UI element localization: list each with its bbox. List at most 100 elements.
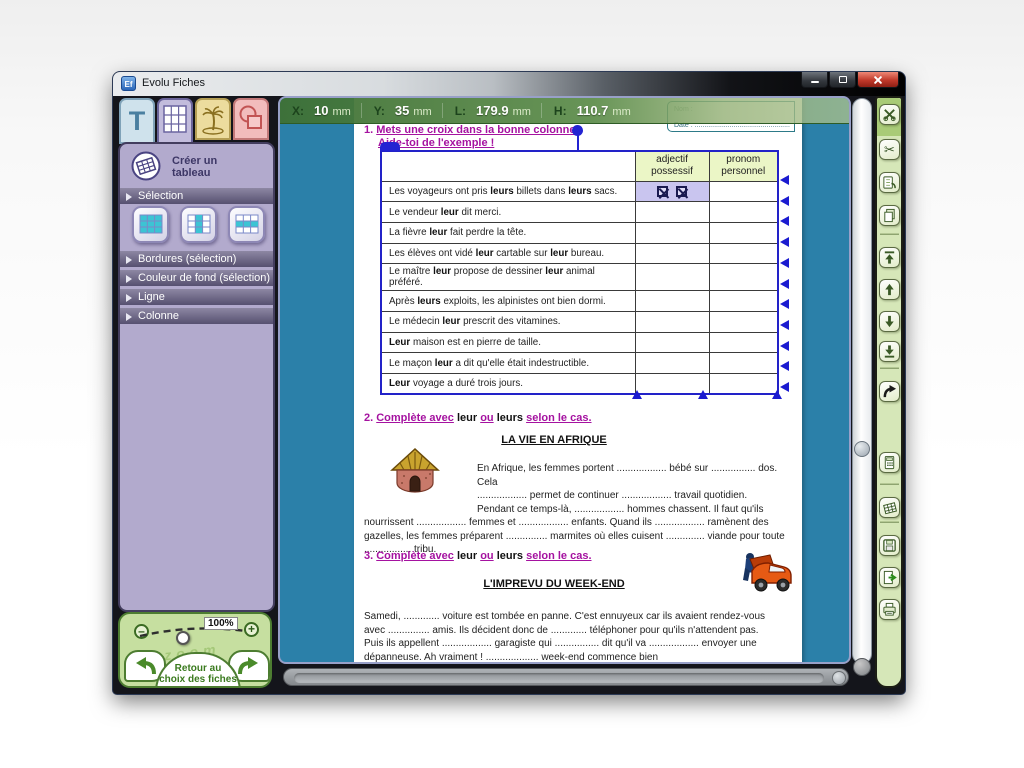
table-selection-handle[interactable]	[572, 125, 583, 136]
select-row-button[interactable]	[228, 206, 265, 243]
export-button[interactable]	[879, 567, 900, 588]
table-row[interactable]: Les élèves ont vidé leur cartable sur le…	[380, 242, 779, 265]
horizontal-scrollbar[interactable]	[283, 668, 849, 686]
create-table-button[interactable]: Créer un tableau	[120, 148, 273, 186]
vertical-scrollbar-end[interactable]	[853, 658, 871, 676]
tab-text[interactable]: T	[119, 98, 155, 144]
column-marker-icon[interactable]	[772, 390, 782, 399]
h-value: 110.7	[576, 103, 609, 118]
table-row[interactable]: Les voyageurs ont pris leurs billets dan…	[380, 180, 779, 203]
zoom-slider-knob[interactable]	[176, 631, 190, 645]
pronom-cell[interactable]	[708, 180, 779, 203]
row-marker-icon[interactable]	[780, 237, 789, 248]
adjectif-cell[interactable]	[634, 352, 710, 374]
row-marker-icon[interactable]	[780, 175, 789, 185]
sentence-cell[interactable]: Les voyageurs ont pris leurs billets dan…	[380, 180, 636, 203]
adjectif-cell[interactable]	[634, 290, 710, 312]
sentence-cell[interactable]: Le médecin leur prescrit des vitamines.	[380, 310, 636, 333]
sentence-cell[interactable]: La fièvre leur fait perdre la tête.	[380, 221, 636, 244]
shapes-icon	[239, 105, 262, 129]
tools-button[interactable]	[879, 104, 900, 125]
pronom-cell[interactable]	[708, 201, 779, 223]
checked-box-icon[interactable]	[657, 185, 668, 197]
table-row[interactable]: Leur maison est en pierre de taille.	[380, 331, 779, 354]
minimize-button[interactable]	[801, 72, 828, 88]
table-row[interactable]: Le vendeur leur dit merci.	[380, 201, 779, 223]
undo-button[interactable]	[879, 381, 900, 402]
column-marker-icon[interactable]	[632, 390, 642, 399]
tab-image[interactable]	[195, 98, 231, 140]
pronom-cell[interactable]	[708, 352, 779, 374]
row-marker-icon[interactable]	[780, 216, 789, 227]
row-marker-icon[interactable]	[780, 195, 789, 206]
row-marker-icon[interactable]	[780, 319, 789, 330]
close-button[interactable]	[857, 72, 899, 88]
pronom-cell[interactable]	[708, 310, 779, 333]
cut-button[interactable]: ✂	[879, 139, 900, 160]
send-to-back-button[interactable]	[879, 341, 900, 362]
exercise-table[interactable]: adjectif possessif pronom personnel Les vo…	[380, 150, 779, 396]
table-selection-tab[interactable]	[380, 142, 400, 151]
sentence-cell[interactable]: Leur maison est en pierre de taille.	[380, 331, 636, 354]
adjectif-cell[interactable]	[634, 201, 710, 223]
column-marker-icon[interactable]	[698, 390, 708, 399]
table-row[interactable]: La fièvre leur fait perdre la tête.	[380, 221, 779, 244]
pronom-cell[interactable]	[708, 221, 779, 244]
sentence-cell[interactable]: Après leurs exploits, les alpinistes ont…	[380, 290, 636, 312]
section-row[interactable]: Ligne	[120, 289, 273, 305]
row-marker-icon[interactable]	[780, 278, 789, 289]
checked-box-icon[interactable]	[676, 185, 687, 197]
pronom-cell[interactable]	[708, 373, 779, 395]
sentence-cell[interactable]: Le maître leur propose de dessiner leur …	[380, 263, 636, 292]
section-column[interactable]: Colonne	[120, 308, 273, 324]
title-bar[interactable]: Ef Evolu Fiches	[113, 72, 905, 96]
bring-forward-button[interactable]	[879, 279, 900, 300]
pronom-cell[interactable]	[708, 242, 779, 265]
row-marker-icon[interactable]	[780, 340, 789, 351]
section-selection[interactable]: Sélection	[120, 188, 273, 204]
table-row[interactable]: Leur voyage a duré trois jours.	[380, 373, 779, 395]
vertical-scrollbar[interactable]	[852, 98, 872, 664]
row-marker-icon[interactable]	[780, 257, 789, 268]
worksheet-page[interactable]: 1. Mets une croix dans la bonne colonne.…	[354, 98, 802, 662]
minimize-icon	[810, 80, 819, 83]
table-grid-button[interactable]	[879, 497, 900, 518]
vertical-scrollbar-thumb[interactable]	[854, 441, 870, 457]
section-borders[interactable]: Bordures (sélection)	[120, 251, 273, 267]
table-row[interactable]: Le médecin leur prescrit des vitamines.	[380, 310, 779, 333]
adjectif-cell[interactable]	[634, 242, 710, 265]
print-button[interactable]	[879, 599, 900, 620]
pronom-cell[interactable]	[708, 290, 779, 312]
pronom-cell[interactable]	[708, 331, 779, 354]
select-column-button[interactable]	[180, 206, 217, 243]
row-marker-icon[interactable]	[780, 299, 789, 310]
adjectif-cell[interactable]	[634, 263, 710, 292]
paste-button[interactable]	[879, 205, 900, 226]
pronom-cell[interactable]	[708, 263, 779, 292]
sentence-cell[interactable]: Les élèves ont vidé leur cartable sur le…	[380, 242, 636, 265]
adjectif-cell[interactable]	[634, 221, 710, 244]
tab-shapes[interactable]	[233, 98, 269, 140]
bring-to-front-button[interactable]	[879, 247, 900, 268]
table-row[interactable]: Le maçon leur a dit qu'elle était indest…	[380, 352, 779, 374]
tab-table[interactable]	[157, 98, 193, 146]
save-button[interactable]	[879, 535, 900, 556]
maximize-button[interactable]	[829, 72, 856, 88]
select-all-cells-button[interactable]	[132, 206, 169, 243]
sentence-cell[interactable]: Le maçon leur a dit qu'elle était indest…	[380, 352, 636, 374]
adjectif-cell[interactable]	[634, 310, 710, 333]
copy-button[interactable]	[879, 172, 900, 193]
horizontal-scrollbar-thumb[interactable]	[832, 671, 846, 685]
send-backward-button[interactable]	[879, 311, 900, 332]
toolbar-separator	[880, 521, 899, 523]
adjectif-cell[interactable]	[634, 331, 710, 354]
section-background-color[interactable]: Couleur de fond (sélection)	[120, 270, 273, 286]
document-viewport[interactable]: Nom : Date : ...........................…	[278, 96, 851, 664]
sentence-cell[interactable]: Le vendeur leur dit merci.	[380, 201, 636, 223]
table-row[interactable]: Après leurs exploits, les alpinistes ont…	[380, 290, 779, 312]
table-row[interactable]: Le maître leur propose de dessiner leur …	[380, 263, 779, 292]
row-marker-icon[interactable]	[780, 361, 789, 372]
calculator-button[interactable]	[879, 452, 900, 473]
adjectif-cell[interactable]	[634, 180, 710, 203]
sentence-cell[interactable]: Leur voyage a duré trois jours.	[380, 373, 636, 395]
